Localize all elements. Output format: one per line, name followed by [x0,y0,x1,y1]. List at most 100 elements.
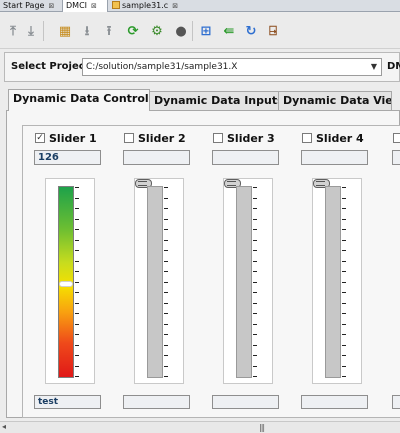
tick-mark [342,208,346,209]
slider-3-frame [223,178,273,384]
reload-icon[interactable]: ↻ [242,22,260,40]
slider-4-track[interactable] [325,186,341,378]
tab-sample31c-label: sample31.c [122,1,169,10]
slider-4-checkbox[interactable] [302,133,312,143]
exit-door-icon[interactable]: ⍈ [264,22,282,40]
toolbar-separator [192,21,193,41]
tick-mark [75,271,79,272]
slider-2: Slider 2 [123,130,204,415]
tick-mark [75,229,79,230]
toolbar: ⤒ ⤓ ▦ ⭳ ⭱ ⟳ ⚙ ● ⊞ ⇚ ↻ ⍈ [0,13,400,49]
slider-3: Slider 3 [212,130,293,415]
slider-4-name[interactable] [301,395,368,409]
settings-clock-icon[interactable]: ⚙ [148,22,166,40]
tick-mark [164,261,168,262]
tab-dmci[interactable]: DMCI ⊠ [62,0,108,12]
import-icon[interactable]: ⇚ [220,22,238,40]
slider-5-partial [392,130,400,415]
slider-2-frame [134,178,184,384]
editor-tab-strip: Start Page ⊠ DMCI ⊠ sample31.c ⊠ [0,0,400,12]
tab-dynamic-data-inputs[interactable]: Dynamic Data Inputs [149,91,279,110]
chevron-down-icon[interactable]: ▼ [371,59,377,75]
slider-1-thumb[interactable] [59,281,73,287]
slider-1: ✓ Slider 1 126 test [34,130,115,415]
slider-2-track[interactable] [147,186,163,378]
tick-mark [342,198,346,199]
tick-mark [164,229,168,230]
tick-mark [75,334,79,335]
slider-2-name[interactable] [123,395,190,409]
tick-mark [164,208,168,209]
tick-mark [253,292,257,293]
tick-mark [253,250,257,251]
project-select[interactable]: C:/solution/sample31/sample31.X ▼ [82,58,382,76]
slider-2-value[interactable] [123,150,190,165]
tick-mark [164,250,168,251]
slider-1-name[interactable]: test [34,395,101,409]
tick-mark [253,282,257,283]
layout-icon[interactable]: ⊞ [197,22,215,40]
tick-mark [75,282,79,283]
tab-dmci-label: DMCI [66,1,88,10]
slider-1-frame [45,178,95,384]
close-icon[interactable]: ⊠ [172,2,178,10]
tick-mark [342,271,346,272]
tick-mark [342,355,346,356]
select-project-label: Select Project [11,61,90,72]
refresh-icon[interactable]: ⟳ [124,22,142,40]
download-icon[interactable]: ⭳ [78,22,96,40]
tick-mark [342,250,346,251]
move-bottom-icon[interactable]: ⤓ [22,22,40,40]
slider-5-value[interactable] [392,150,400,165]
slider-3-track[interactable] [236,186,252,378]
tick-mark [253,345,257,346]
upload-icon[interactable]: ⭱ [100,22,118,40]
close-icon[interactable]: ⊠ [48,2,54,10]
tick-mark [75,208,79,209]
slider-1-label: Slider 1 [49,132,97,145]
tick-mark [342,334,346,335]
slider-3-checkbox[interactable] [213,133,223,143]
slider-4-value[interactable] [301,150,368,165]
slider-1-ticks [75,187,81,377]
c-file-icon [112,1,120,9]
move-top-icon[interactable]: ⤒ [4,22,22,40]
tick-mark [164,303,168,304]
tick-mark [342,292,346,293]
horizontal-scrollbar[interactable]: ◂ ||| [0,421,400,433]
tick-mark [253,376,257,377]
tick-mark [75,261,79,262]
slider-1-checkbox[interactable]: ✓ [35,133,45,143]
tick-mark [253,208,257,209]
slider-5-checkbox[interactable] [393,133,400,143]
tab-dynamic-data-controls[interactable]: Dynamic Data Controls [8,89,150,111]
tick-mark [164,355,168,356]
tick-mark [342,282,346,283]
slider-2-checkbox[interactable] [124,133,134,143]
tick-mark [164,198,168,199]
tick-mark [253,229,257,230]
tick-mark [342,187,346,188]
tick-mark [75,303,79,304]
tick-mark [253,303,257,304]
tab-sample31c[interactable]: sample31.c ⊠ [109,0,179,12]
table-grid-icon[interactable]: ▦ [56,22,74,40]
close-icon[interactable]: ⊠ [91,2,97,10]
slider-3-value[interactable] [212,150,279,165]
tick-mark [253,198,257,199]
project-select-value: C:/solution/sample31/sample31.X [86,62,238,72]
tick-mark [75,313,79,314]
slider-1-value[interactable]: 126 [34,150,101,165]
record-icon[interactable]: ● [172,22,190,40]
tick-mark [342,229,346,230]
slider-3-name[interactable] [212,395,279,409]
tick-mark [253,334,257,335]
slider-5-name[interactable] [392,395,400,409]
scrollbar-grip[interactable]: ||| [259,423,265,432]
slider-2-label: Slider 2 [138,132,186,145]
scroll-left-arrow-icon[interactable]: ◂ [2,422,6,431]
tick-mark [75,376,79,377]
toolbar-separator [43,21,44,41]
tab-dynamic-data-view[interactable]: Dynamic Data View [278,91,392,110]
tab-start-page[interactable]: Start Page ⊠ [0,0,60,12]
